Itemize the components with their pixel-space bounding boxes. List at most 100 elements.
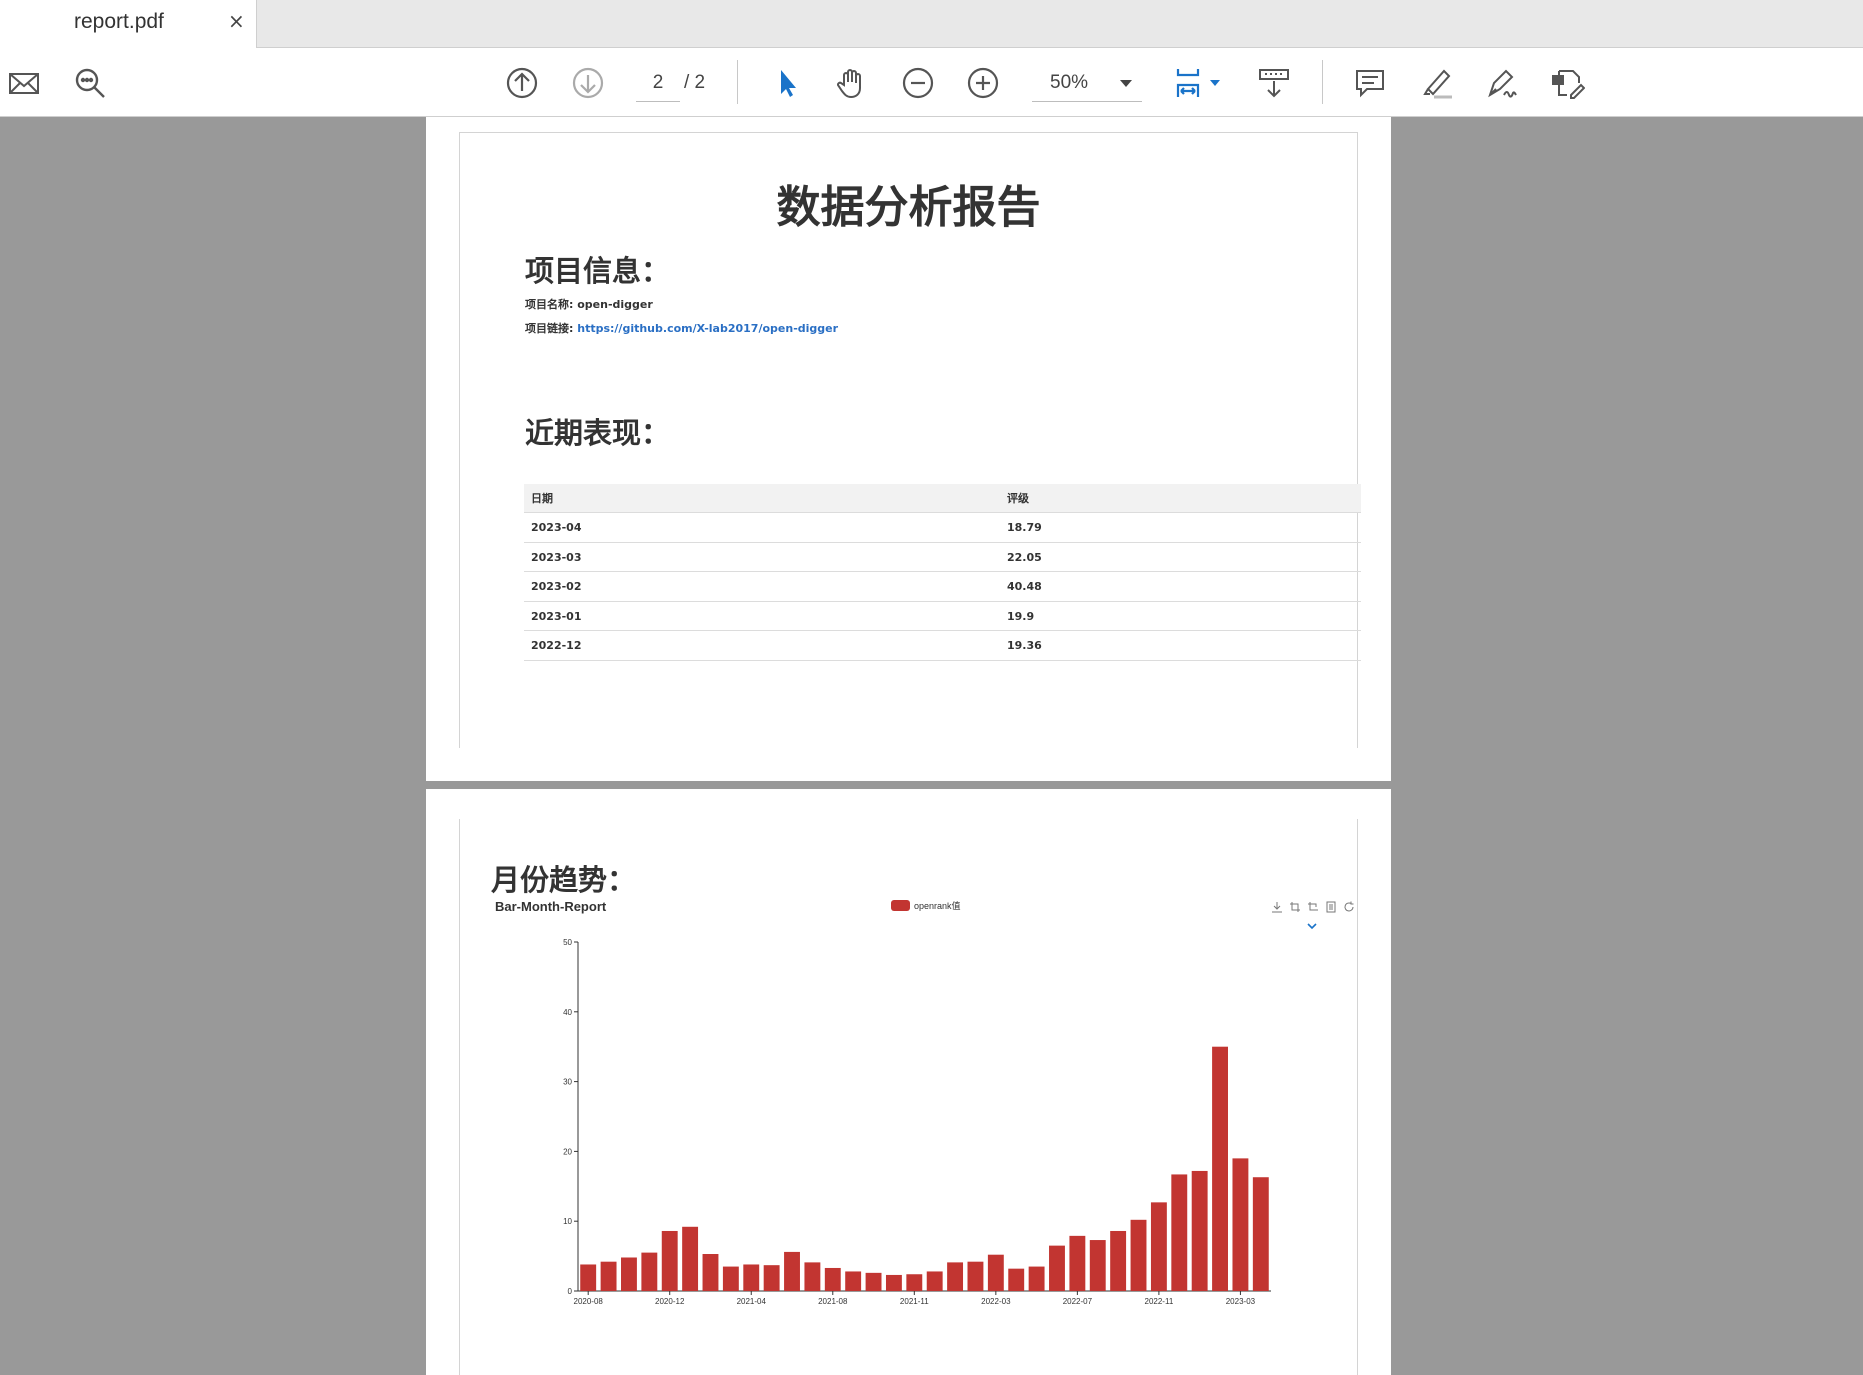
toolbar-divider [737, 60, 738, 104]
bar[interactable] [1150, 1202, 1167, 1291]
rating-cell: 40.48 [1007, 580, 1042, 594]
recent-performance-heading: 近期表现： [525, 416, 671, 450]
bar[interactable] [1089, 1240, 1106, 1291]
date-cell: 2022-12 [531, 639, 582, 653]
bar[interactable] [845, 1271, 862, 1291]
zoom-out-icon[interactable] [896, 61, 940, 105]
y-tick-label: 50 [563, 938, 572, 947]
edit-pdf-icon[interactable] [1545, 61, 1589, 105]
bar[interactable] [784, 1251, 800, 1291]
prev-page-icon[interactable] [500, 61, 544, 105]
project-link-label: 项目链接: [525, 322, 574, 335]
next-page-icon[interactable] [566, 61, 610, 105]
bar[interactable] [1069, 1235, 1086, 1291]
comment-icon[interactable] [1348, 61, 1392, 105]
project-link-line: 项目链接: https://github.com/X-lab2017/open-… [525, 320, 838, 336]
x-tick-label: 2021-11 [900, 1297, 929, 1306]
bar[interactable] [1252, 1177, 1269, 1291]
bar[interactable] [722, 1266, 739, 1291]
scroll-mode-icon[interactable] [1252, 61, 1296, 105]
zoom-select[interactable]: 50% [1032, 64, 1142, 102]
bar[interactable] [702, 1254, 719, 1291]
mail-icon[interactable] [2, 61, 46, 105]
zoom-in-icon[interactable] [961, 61, 1005, 105]
bar[interactable] [1212, 1046, 1228, 1291]
performance-table: 日期 评级 2023-04 18.79 2023-03 22.05 2023-0… [524, 484, 1361, 661]
project-name: open-digger [577, 298, 653, 311]
x-tick-label: 2023-03 [1226, 1297, 1256, 1306]
sign-icon[interactable] [1480, 61, 1524, 105]
bar[interactable] [947, 1262, 964, 1291]
date-cell: 2023-04 [531, 521, 582, 534]
y-tick-label: 40 [563, 1008, 572, 1017]
project-link[interactable]: https://github.com/X-lab2017/open-digger [577, 322, 838, 335]
date-cell: 2023-01 [531, 609, 582, 623]
table-row: 2022-12 19.36 [524, 631, 1361, 661]
table-row: 2023-03 22.05 [524, 543, 1361, 573]
chevron-down-icon [1120, 80, 1132, 87]
bar[interactable] [1171, 1174, 1188, 1291]
bar[interactable] [621, 1257, 637, 1291]
date-cell: 2023-02 [531, 580, 582, 594]
bar[interactable] [1028, 1266, 1045, 1291]
toolbar: 2 / 2 50% [0, 48, 1863, 117]
bar[interactable] [1110, 1230, 1127, 1291]
bar[interactable] [967, 1261, 984, 1291]
table-header: 日期 评级 [524, 484, 1361, 513]
table-row: 2023-02 40.48 [524, 572, 1361, 602]
project-info-heading: 项目信息： [525, 254, 671, 288]
bar[interactable] [1008, 1268, 1025, 1291]
bar[interactable] [763, 1265, 780, 1291]
bar[interactable] [926, 1271, 943, 1291]
bar[interactable] [580, 1264, 597, 1291]
rating-cell: 19.36 [1007, 639, 1042, 653]
x-tick-label: 2022-07 [1063, 1297, 1093, 1306]
tab-title: report.pdf [74, 10, 164, 33]
bar[interactable] [824, 1267, 841, 1291]
fit-page-icon[interactable] [1168, 61, 1212, 105]
bar-chart: 0 10 20 30 40 50 2020-08 2020-12 2021-04 2021-08 2… [563, 938, 1271, 1306]
bar[interactable] [1049, 1245, 1065, 1291]
bar[interactable] [1130, 1219, 1147, 1291]
rating-cell: 22.05 [1007, 550, 1042, 564]
y-tick-label: 10 [563, 1217, 572, 1226]
bar[interactable] [641, 1252, 658, 1291]
bar[interactable] [1191, 1170, 1208, 1291]
table-row: 2023-01 19.9 [524, 602, 1361, 632]
document-tab[interactable]: report.pdf × [0, 0, 257, 48]
y-tick-label: 20 [563, 1147, 572, 1156]
select-cursor-icon[interactable] [765, 61, 809, 105]
rating-column-header: 评级 [1007, 492, 1029, 505]
hand-tool-icon[interactable] [830, 61, 874, 105]
bar[interactable] [682, 1226, 699, 1291]
search-icon[interactable] [68, 61, 112, 105]
bar[interactable] [804, 1262, 821, 1291]
table-row: 2023-04 18.79 [524, 513, 1361, 543]
fit-dropdown-icon[interactable] [1210, 80, 1220, 86]
bar[interactable] [600, 1261, 617, 1291]
page-frame: 数据分析报告 项目信息： 项目名称: open-digger 项目链接: htt… [459, 132, 1361, 748]
bar[interactable] [1232, 1158, 1249, 1291]
project-name-label: 项目名称: [525, 298, 574, 311]
date-column-header: 日期 [531, 492, 553, 505]
bar[interactable] [743, 1264, 760, 1291]
project-name-line: 项目名称: open-digger [525, 296, 653, 312]
report-title: 数据分析报告 [776, 182, 1041, 233]
page-number-input[interactable]: 2 [636, 64, 680, 102]
y-tick-label: 0 [568, 1287, 573, 1296]
tab-bar: report.pdf × [0, 0, 1863, 48]
bar[interactable] [906, 1274, 923, 1291]
toolbar-divider [1322, 60, 1323, 104]
bar[interactable] [987, 1254, 1004, 1291]
tab-close-button[interactable]: × [228, 9, 245, 33]
highlight-icon[interactable] [1414, 61, 1458, 105]
zoom-value: 50% [1050, 72, 1089, 93]
bar[interactable] [661, 1230, 678, 1291]
x-tick-label: 2020-08 [574, 1297, 604, 1306]
bar[interactable] [885, 1274, 902, 1291]
y-tick-label: 30 [563, 1078, 572, 1087]
x-tick-label: 2022-03 [981, 1297, 1011, 1306]
date-cell: 2023-03 [531, 550, 582, 564]
bar[interactable] [865, 1272, 882, 1291]
rating-cell: 19.9 [1007, 609, 1035, 623]
